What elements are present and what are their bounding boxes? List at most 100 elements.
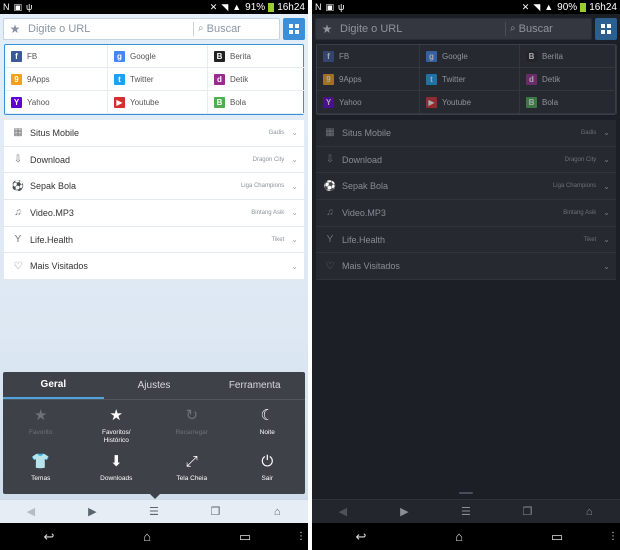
quick-link-twitter[interactable]: t Twitter: [108, 68, 208, 91]
nav-more-icon[interactable]: ⋮: [294, 531, 308, 542]
tabs-icon[interactable]: ❐: [185, 505, 247, 518]
home-icon[interactable]: ⌂: [558, 506, 620, 518]
quick-link-google[interactable]: g Google: [108, 45, 208, 68]
quick-link-9apps[interactable]: 9 9Apps: [5, 68, 108, 91]
category-suggestion[interactable]: Dragon City: [565, 157, 597, 163]
chevron-down-icon[interactable]: ⌄: [603, 262, 610, 271]
category-suggestion[interactable]: Gadis: [269, 130, 285, 136]
category-row-situs-mobile[interactable]: ▦ Situs Mobile Gadis ⌄: [4, 120, 304, 147]
nav-recents-icon[interactable]: ▭: [508, 529, 606, 545]
url-field[interactable]: ★ Digite o URL ⌕ Buscar: [3, 17, 280, 40]
nav-home-icon[interactable]: ⌂: [410, 529, 508, 544]
category-row-mais-visitados[interactable]: ♡ Mais Visitados ⌄: [4, 253, 304, 281]
menu-item-favorito[interactable]: ★ Favorito: [3, 404, 79, 450]
menu-item-noite[interactable]: ☾ Noite: [230, 404, 306, 450]
menu-list-icon[interactable]: ☰: [123, 505, 185, 518]
scroll-handle[interactable]: [459, 492, 473, 494]
url-field[interactable]: ★ Digite o URL ⌕ Buscar: [315, 17, 592, 40]
chevron-down-icon[interactable]: ⌄: [603, 235, 610, 244]
menu-item-tela-cheia[interactable]: ⤢ Tela Cheia: [154, 450, 230, 494]
category-suggestion[interactable]: Liga Champions: [553, 183, 596, 189]
url-placeholder[interactable]: Digite o URL: [336, 23, 505, 35]
tabs-icon[interactable]: ❐: [497, 505, 559, 518]
quick-link-youtube[interactable]: ▶ Youtube: [108, 91, 208, 114]
category-suggestion[interactable]: Dragon City: [253, 157, 285, 163]
quick-link-twitter[interactable]: t Twitter: [420, 68, 520, 91]
category-row-download[interactable]: ⇩ Download Dragon City ⌄: [4, 146, 304, 174]
quick-link-label: Yahoo: [339, 97, 362, 107]
category-row-download[interactable]: ⇩ Download Dragon City ⌄: [316, 146, 616, 174]
tab-ferramenta[interactable]: Ferramenta: [204, 372, 305, 399]
moon-icon: ☾: [260, 407, 274, 424]
chevron-down-icon[interactable]: ⌄: [291, 235, 298, 244]
speed-dial-button[interactable]: [283, 17, 305, 40]
category-row-life-health[interactable]: Y Life.Health Tiket ⌄: [4, 226, 304, 254]
category-name: Life.Health: [342, 234, 386, 245]
chevron-down-icon[interactable]: ⌄: [291, 128, 298, 137]
quick-link-detik[interactable]: d Detik: [520, 68, 617, 91]
chevron-down-icon[interactable]: ⌄: [291, 262, 298, 271]
bookmark-star-icon[interactable]: ★: [318, 22, 336, 36]
quick-link-fb[interactable]: f FB: [5, 45, 108, 68]
quick-link-bola[interactable]: B Bola: [208, 91, 305, 114]
nav-home-icon[interactable]: ⌂: [98, 529, 196, 544]
chevron-down-icon[interactable]: ⌄: [603, 128, 610, 137]
chevron-down-icon[interactable]: ⌄: [603, 208, 610, 217]
menu-item-recarregar[interactable]: ↻ Recarregar: [154, 404, 230, 450]
quick-link-yahoo[interactable]: Y Yahoo: [317, 91, 420, 114]
category-row-video-mp3[interactable]: ♫ Video.MP3 Bintang Asik ⌄: [4, 200, 304, 227]
quick-link-youtube[interactable]: ▶ Youtube: [420, 91, 520, 114]
tab-geral[interactable]: Geral: [3, 372, 104, 399]
nav-more-icon[interactable]: ⋮: [606, 531, 620, 542]
category-suggestion[interactable]: Bintang Asik: [563, 210, 596, 216]
search-field[interactable]: ⌕ Buscar: [194, 23, 279, 35]
category-name: Sepak Bola: [342, 181, 389, 192]
chevron-down-icon[interactable]: ⌄: [291, 208, 298, 217]
chevron-down-icon[interactable]: ⌄: [603, 182, 610, 191]
speed-dial-button[interactable]: [595, 17, 617, 40]
twitter-icon: t: [114, 73, 125, 85]
quick-link-berita[interactable]: B Berita: [520, 45, 617, 68]
chevron-down-icon[interactable]: ⌄: [603, 155, 610, 164]
quick-link-detik[interactable]: d Detik: [208, 68, 305, 91]
category-row-situs-mobile[interactable]: ▦ Situs Mobile Gadis ⌄: [316, 120, 616, 147]
quick-link-fb[interactable]: f FB: [317, 45, 420, 68]
back-icon[interactable]: ◀: [0, 505, 62, 518]
youtube-icon: ▶: [426, 96, 437, 108]
menu-item-sair[interactable]: ⏻ Sair: [230, 450, 306, 494]
nav-recents-icon[interactable]: ▭: [196, 529, 294, 545]
forward-icon[interactable]: ▶: [62, 505, 124, 518]
url-bar: ★ Digite o URL ⌕ Buscar: [315, 15, 617, 42]
quick-link-berita[interactable]: B Berita: [208, 45, 305, 68]
category-row-sepak-bola[interactable]: ⚽ Sepak Bola Liga Champions ⌄: [316, 173, 616, 201]
category-row-life-health[interactable]: Y Life.Health Tiket ⌄: [316, 226, 616, 254]
forward-icon[interactable]: ▶: [374, 505, 436, 518]
quick-link-9apps[interactable]: 9 9Apps: [317, 68, 420, 91]
nav-back-icon[interactable]: ↩: [312, 529, 410, 545]
category-suggestion[interactable]: Gadis: [581, 130, 597, 136]
category-name: Life.Health: [30, 234, 74, 245]
home-icon[interactable]: ⌂: [246, 506, 308, 518]
category-row-sepak-bola[interactable]: ⚽ Sepak Bola Liga Champions ⌄: [4, 173, 304, 201]
menu-item-downloads[interactable]: ⬇ Downloads: [79, 450, 155, 494]
category-suggestion[interactable]: Tiket: [584, 237, 597, 243]
chevron-down-icon[interactable]: ⌄: [291, 155, 298, 164]
category-row-mais-visitados[interactable]: ♡ Mais Visitados ⌄: [316, 253, 616, 281]
quick-link-bola[interactable]: B Bola: [520, 91, 617, 114]
url-placeholder[interactable]: Digite o URL: [24, 23, 193, 35]
chevron-down-icon[interactable]: ⌄: [291, 182, 298, 191]
menu-list-icon[interactable]: ☰: [435, 505, 497, 518]
nav-back-icon[interactable]: ↩: [0, 529, 98, 545]
search-field[interactable]: ⌕ Buscar: [506, 23, 591, 35]
quick-link-yahoo[interactable]: Y Yahoo: [5, 91, 108, 114]
quick-link-google[interactable]: g Google: [420, 45, 520, 68]
menu-item-favoritos-hist-rico[interactable]: ★ Favoritos/ Histórico: [79, 404, 155, 450]
tab-ajustes[interactable]: Ajustes: [104, 372, 205, 399]
category-suggestion[interactable]: Bintang Asik: [251, 210, 284, 216]
category-suggestion[interactable]: Tiket: [272, 237, 285, 243]
category-suggestion[interactable]: Liga Champions: [241, 183, 284, 189]
back-icon[interactable]: ◀: [312, 505, 374, 518]
category-row-video-mp3[interactable]: ♫ Video.MP3 Bintang Asik ⌄: [316, 200, 616, 227]
bookmark-star-icon[interactable]: ★: [6, 22, 24, 36]
menu-item-temas[interactable]: 👕 Temas: [3, 450, 79, 494]
